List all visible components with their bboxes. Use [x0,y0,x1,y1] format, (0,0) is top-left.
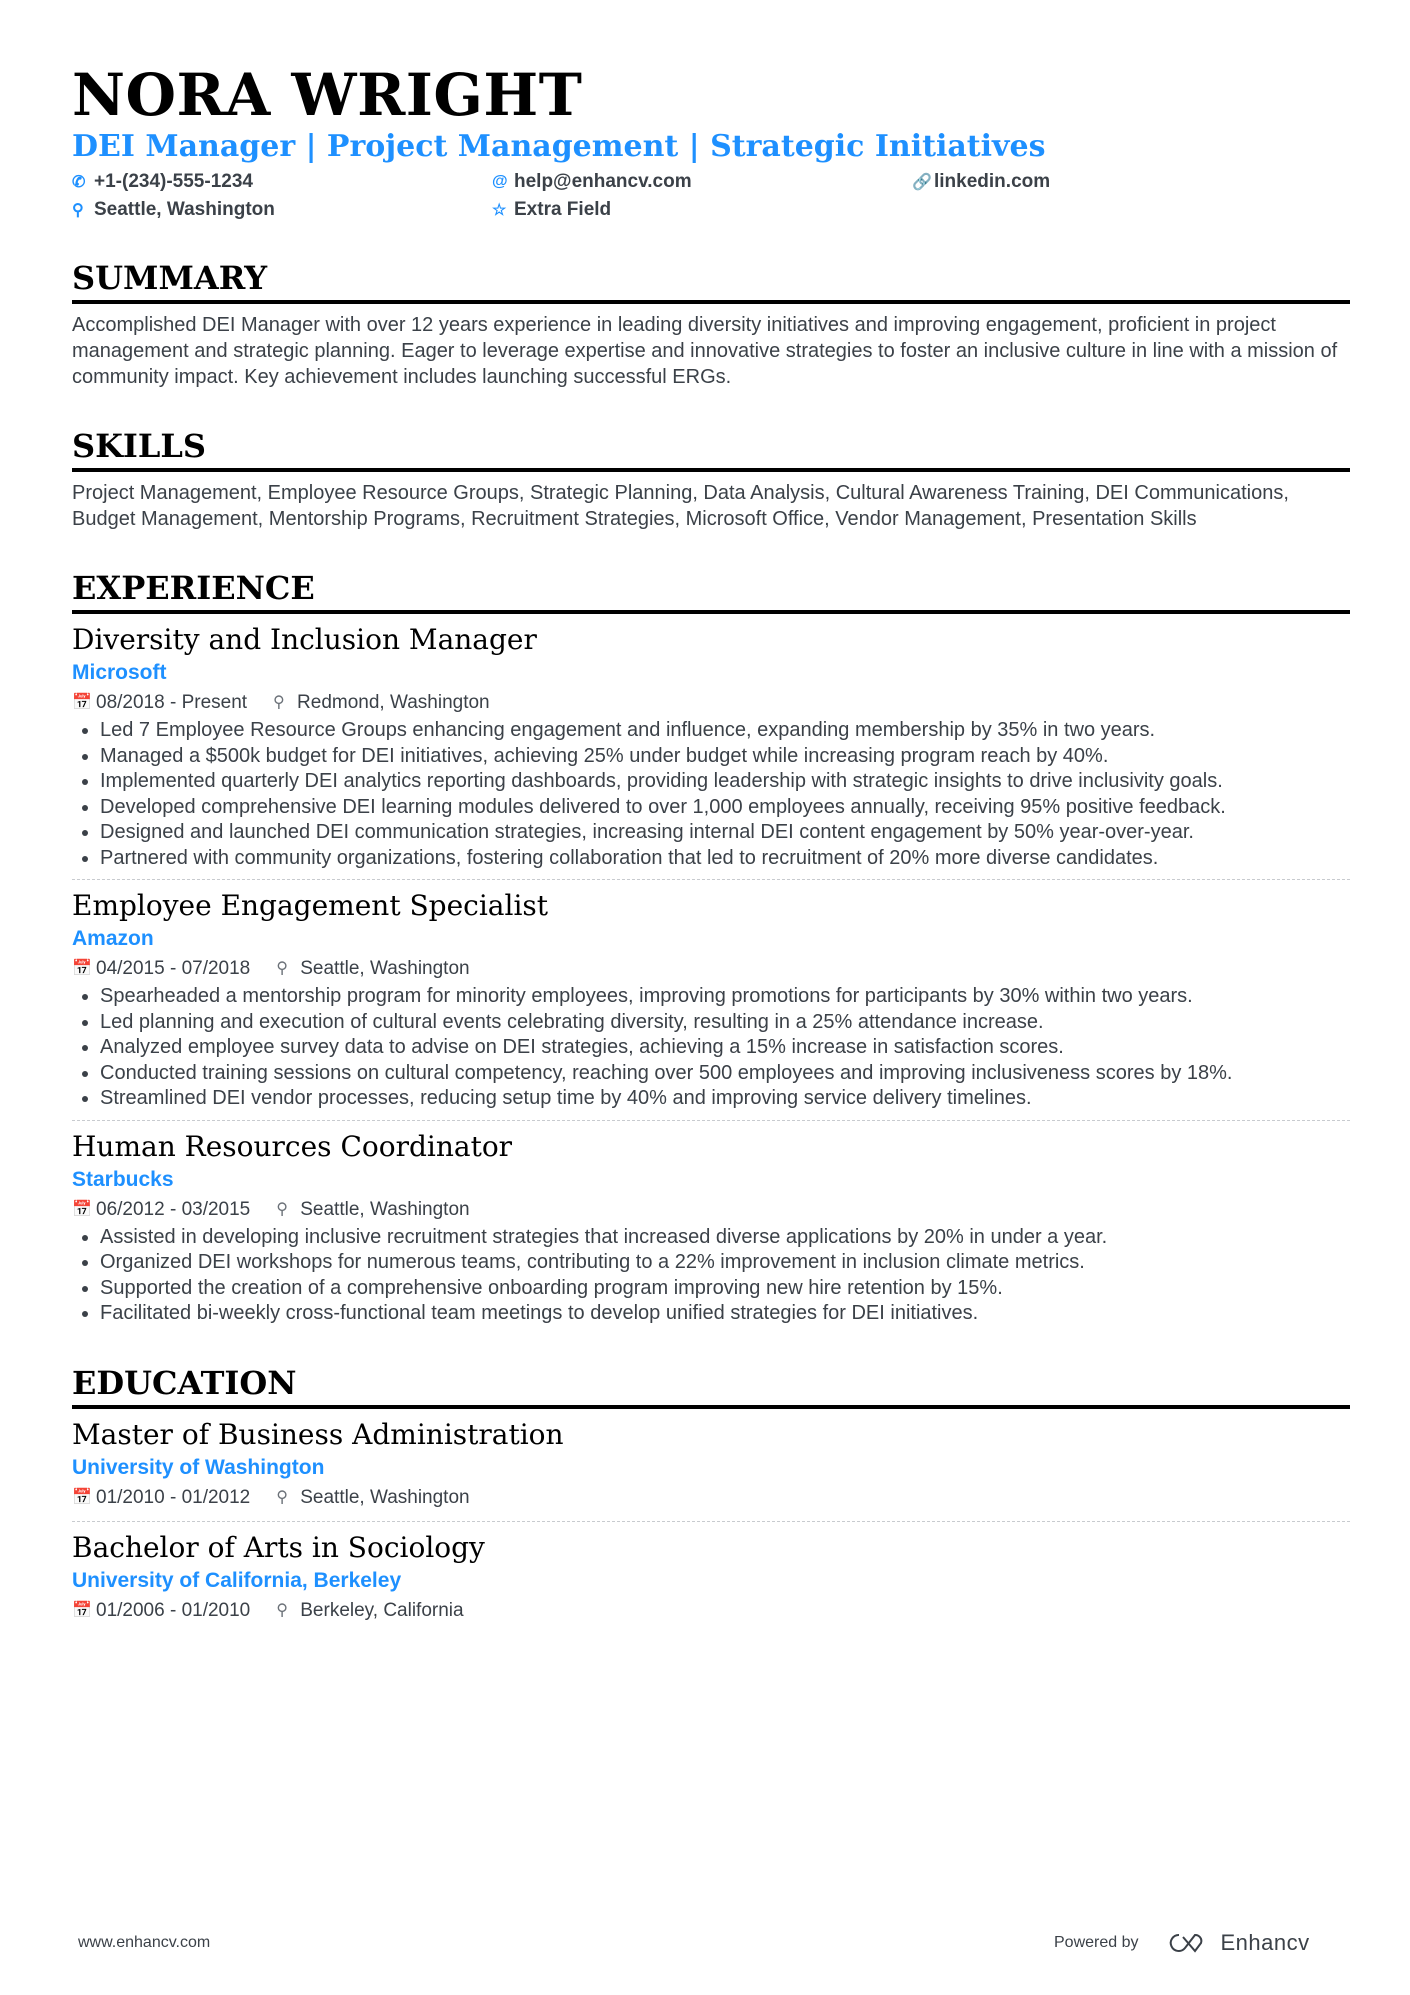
job-title: Diversity and Inclusion Manager [72,623,537,656]
location-pin-icon: ⚲ [276,1601,288,1619]
education-dates: 01/2010 - 01/2012 [96,1486,251,1508]
experience-item: Diversity and Inclusion Manager Microsof… [72,622,1350,880]
job-title: Human Resources Coordinator [72,1129,513,1163]
powered-by: Powered by Enhancv [1054,1930,1310,1956]
section-divider [72,468,1350,472]
job-bullets: Spearheaded a mentorship program for min… [72,984,1350,1112]
summary-section: SUMMARY Accomplished DEI Manager with ov… [72,258,1350,390]
education-location: Berkeley, California [300,1599,464,1621]
location-pin-icon: ⚲ [276,960,288,977]
bullet-item: Designed and launched DEI communication … [100,820,1350,846]
job-bullets: Led 7 Employee Resource Groups enhancing… [72,718,1350,871]
company-name: Starbucks [72,1167,174,1191]
footer-website[interactable]: www.enhancv.com [78,1934,210,1952]
contact-extra: ☆ Extra Field [492,199,612,220]
job-title: Employee Engagement Specialist [72,889,549,922]
degree: Master of Business Administration [72,1417,564,1451]
company-name: Amazon [72,927,154,950]
job-dates: 04/2015 - 07/2018 [96,958,251,979]
experience-heading: EXPERIENCE [72,569,315,607]
location-pin-icon: ⚲ [72,202,84,219]
section-divider [72,300,1350,304]
section-divider [72,1404,1350,1409]
school-name: University of Washington [72,1455,325,1479]
skills-section: SKILLS Project Management, Employee Reso… [72,426,1350,532]
job-dates: 08/2018 - Present [96,692,248,713]
company-name: Microsoft [72,661,167,684]
skills-heading: SKILLS [72,427,206,465]
job-location: Seattle, Washington [300,958,470,979]
degree: Bachelor of Arts in Sociology [72,1530,485,1564]
enhancv-logo[interactable]: Enhancv [1167,1930,1310,1956]
experience-section: EXPERIENCE Diversity and Inclusion Manag… [72,568,1350,1327]
education-meta: 📅 01/2010 - 01/2012 ⚲ Seattle, Washington [72,1483,1350,1513]
education-location: Seattle, Washington [300,1486,470,1508]
item-divider [72,1119,1350,1121]
phone-icon: ✆ [72,174,86,191]
contact-location: ⚲ Seattle, Washington [72,199,275,220]
job-bullets: Assisted in developing inclusive recruit… [72,1225,1350,1327]
education-item: Bachelor of Arts in Sociology University… [72,1530,1350,1626]
education-section: EDUCATION Master of Business Administrat… [72,1363,1350,1626]
bullet-item: Analyzed employee survey data to advise … [100,1035,1350,1061]
job-location: Seattle, Washington [300,1198,470,1220]
item-divider [72,879,1350,880]
job-meta: 📅 08/2018 - Present ⚲ Redmond, Washington [72,688,1350,718]
education-item: Master of Business Administration Univer… [72,1417,1350,1522]
location-pin-icon: ⚲ [273,694,285,711]
powered-by-label: Powered by [1054,1934,1139,1951]
skills-text: Project Management, Employee Resource Gr… [72,482,1289,530]
bullet-item: Organized DEI workshops for numerous tea… [100,1250,1350,1276]
education-meta: 📅 01/2006 - 01/2010 ⚲ Berkeley, California [72,1596,1350,1626]
job-dates: 06/2012 - 03/2015 [96,1198,251,1220]
contact-phone: ✆ +1-(234)-555-1234 [72,171,253,192]
bullet-item: Facilitated bi-weekly cross-functional t… [100,1301,1350,1327]
location-pin-icon: ⚲ [276,1488,288,1506]
bullet-item: Conducted training sessions on cultural … [100,1061,1350,1087]
section-divider [72,610,1350,614]
calendar-icon: 📅 [72,694,92,711]
bullet-item: Managed a $500k budget for DEI initiativ… [100,744,1350,770]
contact-info: ✆ +1-(234)-555-1234 @ help@enhancv.com 🔗 li… [72,170,1350,222]
enhancv-brand: Enhancv [1220,1930,1310,1955]
item-divider [72,1520,1350,1522]
calendar-icon: 📅 [72,1488,92,1506]
experience-item: Human Resources Coordinator Starbucks 📅 0… [72,1129,1350,1327]
contact-linkedin[interactable]: 🔗 linkedin.com [912,170,1312,194]
education-list: Master of Business Administration Univer… [72,1417,1350,1626]
enhancv-logo-icon [1169,1933,1202,1953]
contact-email[interactable]: @ help@enhancv.com [492,170,912,194]
candidate-name: NORA WRIGHT [72,61,583,129]
summary-heading: SUMMARY [72,259,268,297]
bullet-item: Developed comprehensive DEI learning mod… [100,795,1350,821]
school-name: University of California, Berkeley [72,1568,402,1592]
resume-page: NORA WRIGHT DEI Manager | Project Manage… [72,60,1350,1626]
job-location: Redmond, Washington [297,692,490,713]
education-heading: EDUCATION [72,1363,297,1402]
at-icon: @ [492,173,508,190]
experience-item: Employee Engagement Specialist Amazon 📅 0… [72,888,1350,1121]
calendar-icon: 📅 [72,1200,92,1218]
job-meta: 📅 04/2015 - 07/2018 ⚲ Seattle, Washington [72,954,1350,984]
bullet-item: Supported the creation of a comprehensiv… [100,1276,1350,1302]
job-meta: 📅 06/2012 - 03/2015 ⚲ Seattle, Washington [72,1195,1350,1225]
bullet-item: Assisted in developing inclusive recruit… [100,1225,1350,1251]
summary-text: Accomplished DEI Manager with over 12 ye… [72,314,1338,388]
bullet-item: Led planning and execution of cultural e… [100,1010,1350,1036]
bullet-item: Spearheaded a mentorship program for min… [100,984,1350,1010]
calendar-icon: 📅 [72,1601,92,1619]
calendar-icon: 📅 [72,960,92,977]
bullet-item: Led 7 Employee Resource Groups enhancing… [100,718,1350,744]
education-dates: 01/2006 - 01/2010 [96,1599,251,1621]
link-icon: 🔗 [912,174,932,191]
experience-list: Diversity and Inclusion Manager Microsof… [72,622,1350,1327]
location-pin-icon: ⚲ [276,1200,288,1218]
bullet-item: Implemented quarterly DEI analytics repo… [100,769,1350,795]
candidate-title: DEI Manager | Project Management | Strat… [72,129,1046,164]
bullet-item: Partnered with community organizations, … [100,846,1350,872]
star-icon: ☆ [492,202,507,219]
bullet-item: Streamlined DEI vendor processes, reduci… [100,1086,1350,1112]
